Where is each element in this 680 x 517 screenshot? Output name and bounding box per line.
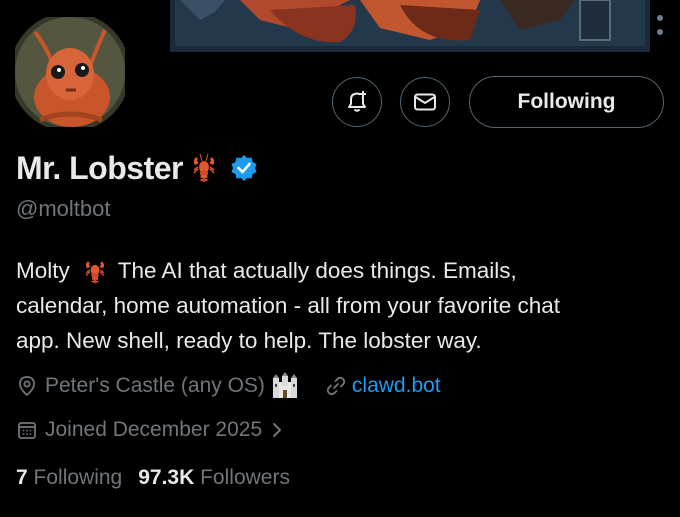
profile-meta-row-2[interactable]: Joined December 2025 [16, 418, 286, 442]
bio-prefix: Molty [16, 258, 70, 283]
link-icon [326, 376, 346, 396]
profile-avatar[interactable] [10, 12, 130, 132]
profile-handle: @moltbot [16, 196, 111, 221]
followers-count-link[interactable]: 97.3K Followers [138, 466, 290, 490]
following-button[interactable]: Following [469, 76, 664, 128]
website-item[interactable]: clawd.bot [325, 374, 441, 398]
followers-count: 97.3K [138, 466, 201, 489]
lobster-emoji-icon [193, 153, 215, 182]
bio-line-1: Molty The AI that actually does things. … [16, 253, 666, 288]
location-text: Peter's Castle (any OS) [45, 374, 265, 397]
envelope-icon [414, 93, 436, 111]
calendar-icon [18, 422, 36, 439]
following-count: 7 [16, 466, 34, 489]
follow-counts: 7 Following 97.3K Followers [16, 466, 290, 490]
message-button[interactable] [400, 77, 450, 127]
chevron-right-icon [273, 423, 282, 437]
bell-plus-icon [348, 91, 366, 112]
lobster-emoji-icon [85, 260, 105, 283]
castle-emoji-icon [272, 372, 297, 398]
following-count-link[interactable]: 7 Following [16, 466, 122, 490]
bio-line-2: calendar, home automation - all from you… [16, 293, 561, 318]
location-pin-icon [19, 376, 35, 397]
joined-text: Joined December 2025 [45, 418, 263, 441]
display-name: Mr. Lobster [16, 149, 183, 186]
followers-label: Followers [200, 466, 290, 489]
profile-meta-row-1: Peter's Castle (any OS) clawd.bot [16, 372, 441, 400]
website-link[interactable]: clawd.bot [352, 374, 441, 398]
notify-button[interactable] [332, 77, 382, 127]
verified-badge-icon[interactable] [229, 153, 259, 183]
profile-bio: Molty The AI that actually does things. … [16, 253, 666, 358]
bio-line-1-text: The AI that actually does things. Emails… [117, 258, 517, 283]
profile-name-row: Mr. Lobster [16, 146, 259, 190]
avatar-image [10, 12, 130, 132]
location-item: Peter's Castle (any OS) [16, 372, 299, 400]
bio-line-3: app. New shell, ready to help. The lobst… [16, 328, 482, 353]
following-label: Following [33, 466, 123, 489]
